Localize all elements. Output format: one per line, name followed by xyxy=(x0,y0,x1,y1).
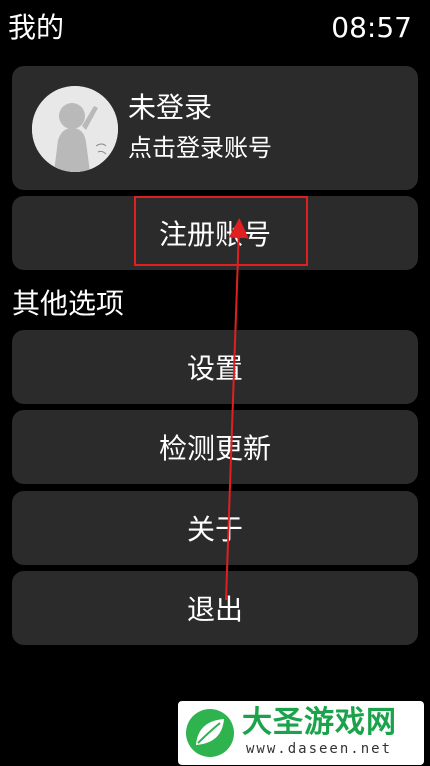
section-label-other-options: 其他选项 xyxy=(12,287,125,320)
page-title: 我的 xyxy=(8,11,65,44)
watermark: 大圣游戏网 www.daseen.net xyxy=(178,701,424,765)
login-prompt[interactable]: 点击登录账号 xyxy=(128,132,272,164)
about-button[interactable]: 关于 xyxy=(12,491,418,565)
watermark-title: 大圣游戏网 xyxy=(242,705,397,740)
profile-name: 未登录 xyxy=(128,91,213,124)
watermark-url: www.daseen.net xyxy=(246,741,393,757)
settings-button[interactable]: 设置 xyxy=(12,330,418,404)
clock: 08:57 xyxy=(331,11,412,44)
leaf-logo-icon xyxy=(186,709,234,757)
user-avatar-icon xyxy=(32,86,118,172)
register-account-button[interactable]: 注册账号 xyxy=(12,196,418,270)
status-bar: 我的 08:57 xyxy=(0,0,430,56)
profile-card[interactable]: 未登录 点击登录账号 xyxy=(12,66,418,190)
logout-button[interactable]: 退出 xyxy=(12,571,418,645)
check-update-button[interactable]: 检测更新 xyxy=(12,410,418,484)
